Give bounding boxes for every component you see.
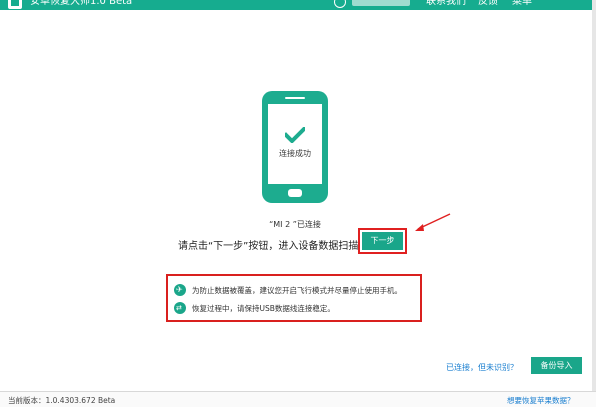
contact-us-link[interactable]: 联系我们 [426,0,466,8]
device-status: “MI 2 ”已连接 [269,220,321,229]
next-button[interactable]: 下一步 [362,232,403,250]
tip-text: 为防止数据被覆盖，建议您开启飞行模式并尽量停止使用手机。 [192,285,402,295]
phone-screen: 连接成功 [268,104,322,184]
window-edge [592,0,596,407]
connected-not-recognized-link[interactable]: 已连接，但未识别？ [446,362,518,373]
instruction-text: 请点击“下一步”按钮，进入设备数据扫描 [178,241,359,252]
status-footer: 当前版本：1.0.4303.672 Beta 想要恢复苹果数据？ [0,391,596,407]
title-bar: 安卓恢复大师1.0 Beta 联系我们 反馈 菜单 [0,0,596,10]
phone-earpiece [285,97,305,99]
tip-text: 恢复过程中，请保持USB数据线连接稳定。 [192,303,335,313]
app-logo-icon [8,0,22,9]
recover-apple-data-link[interactable]: 想要恢复苹果数据？ [507,395,575,406]
usb-icon: ⇄ [174,302,186,314]
app-title: 安卓恢复大师1.0 Beta [30,0,133,7]
tip-usb-stable: ⇄ 恢复过程中，请保持USB数据线连接稳定。 [174,301,335,315]
avatar[interactable] [334,0,346,8]
phone-illustration: 连接成功 [262,91,328,203]
menu-link[interactable]: 菜单 [512,0,532,8]
app-window: 安卓恢复大师1.0 Beta 联系我们 反馈 菜单 连接成功 “MI 2 ”已连… [0,0,596,407]
username-blurred [352,0,410,6]
check-icon [285,127,305,143]
version-label: 当前版本：1.0.4303.672 Beta [8,396,116,405]
connection-success-text: 连接成功 [279,149,311,158]
annotation-arrow-icon [415,213,451,231]
airplane-icon: ✈ [174,284,186,296]
tip-airplane-mode: ✈ 为防止数据被覆盖，建议您开启飞行模式并尽量停止使用手机。 [174,283,402,297]
tips-box: ✈ 为防止数据被覆盖，建议您开启飞行模式并尽量停止使用手机。 ⇄ 恢复过程中，请… [166,274,422,322]
feedback-link[interactable]: 反馈 [478,0,498,8]
backup-import-button[interactable]: 备份导入 [531,357,582,374]
phone-home-button [288,189,302,197]
